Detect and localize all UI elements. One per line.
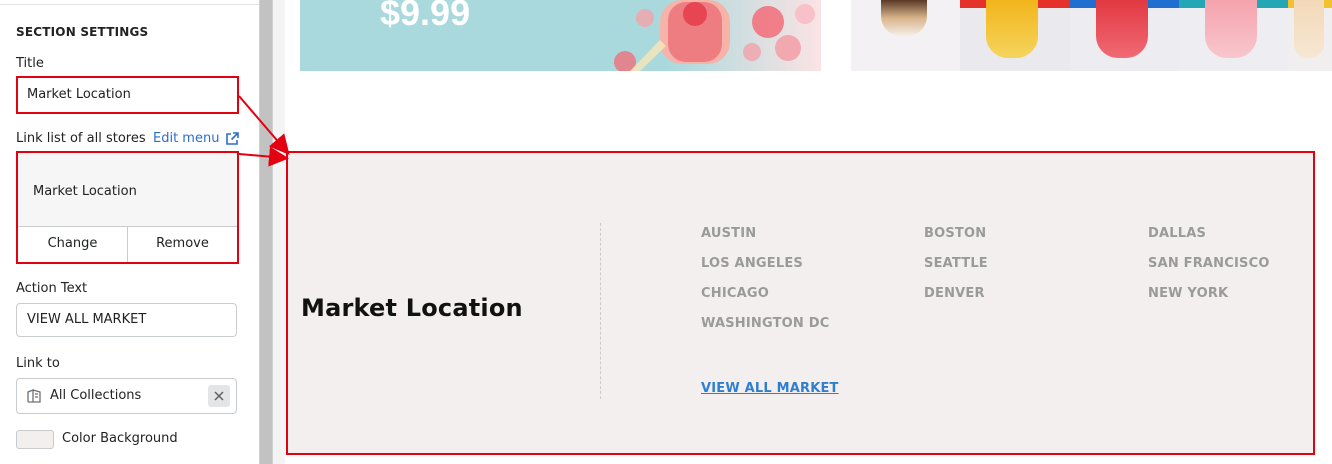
edit-menu-link[interactable]: Edit menu [153,131,240,146]
drink-image-5 [1288,0,1332,71]
link-to-field[interactable]: All Collections [16,378,237,414]
city-link[interactable]: LOS ANGELES [701,256,803,271]
link-to-label: Link to [16,356,60,371]
menu-picker: Market Location Change Remove [16,151,239,264]
city-link[interactable]: AUSTIN [701,226,756,241]
city-link[interactable]: SEATTLE [924,256,988,271]
city-link[interactable]: NEW YORK [1148,286,1228,301]
collection-icon [27,389,41,403]
title-label: Title [16,56,44,71]
remove-menu-button[interactable]: Remove [127,227,237,262]
selected-menu-name: Market Location [33,184,137,199]
market-divider [600,223,601,399]
city-link[interactable]: WASHINGTON DC [701,316,829,331]
city-link[interactable]: BOSTON [924,226,986,241]
drink-image-1 [851,0,961,71]
edit-menu-label: Edit menu [153,131,220,146]
change-menu-button[interactable]: Change [18,227,127,262]
section-settings-heading: SECTION SETTINGS [16,25,149,39]
preview-gutter [273,0,285,464]
panel-top-divider [0,0,259,5]
drink-image-3 [1069,0,1179,71]
scrollbar-thumb[interactable] [260,0,272,464]
settings-panel: SECTION SETTINGS Title Market Location L… [0,0,260,464]
city-link[interactable]: SAN FRANCISCO [1148,256,1270,271]
city-link[interactable]: CHICAGO [701,286,769,301]
promo-banner-drinks[interactable] [851,0,1332,71]
city-link[interactable]: DALLAS [1148,226,1206,241]
clear-link-button[interactable] [208,385,230,407]
link-list-label: Link list of all stores [16,131,146,146]
panel-scrollbar[interactable] [259,0,273,464]
promo-banner-smoothie[interactable]: $9.99 [300,0,821,71]
link-to-value: All Collections [50,388,142,403]
drink-image-2 [960,0,1070,71]
color-background-label: Color Background [62,431,178,446]
title-input[interactable]: Market Location [16,76,239,114]
action-text-label: Action Text [16,281,88,296]
color-background-swatch[interactable] [16,430,54,449]
drink-image-4 [1178,0,1289,71]
close-icon [214,391,224,401]
market-title: Market Location [301,294,523,322]
external-link-icon [226,131,240,145]
menu-actions: Change Remove [18,226,237,262]
action-text-input[interactable]: VIEW ALL MARKET [16,303,237,337]
city-link[interactable]: DENVER [924,286,985,301]
market-location-section: Market Location AUSTIN BOSTON DALLAS LOS… [286,151,1315,455]
theme-preview: $9.99 Market Location AUSTIN BOSTON DALL… [285,0,1332,464]
view-all-market-link[interactable]: VIEW ALL MARKET [701,381,839,396]
smoothie-graphic [614,0,815,71]
